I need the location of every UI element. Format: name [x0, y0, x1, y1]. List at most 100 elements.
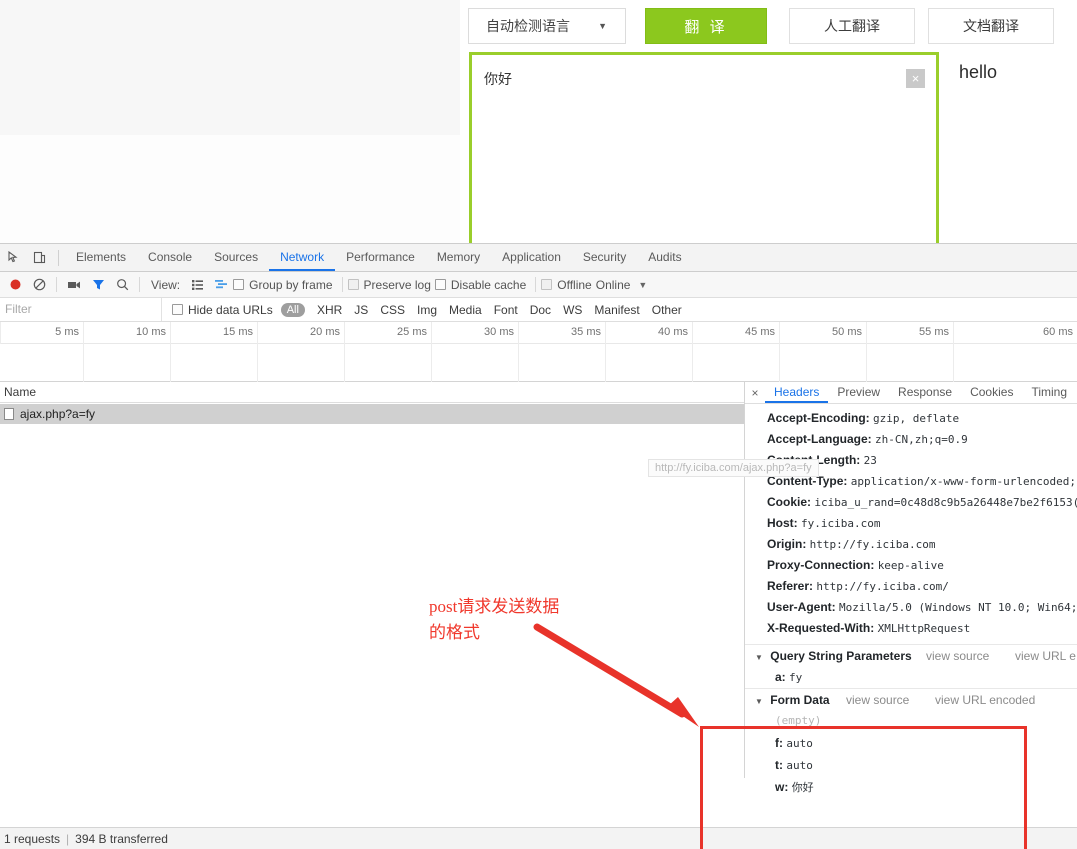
network-filter-row: Filter Hide data URLs All XHR JS CSS Img…	[0, 298, 1077, 322]
clear-icon[interactable]: ×	[906, 69, 925, 88]
view-source-link[interactable]: view source	[926, 645, 989, 667]
header-key: X-Requested-With:	[767, 621, 875, 635]
request-count: 1 requests	[4, 831, 61, 846]
group-by-frame-checkbox[interactable]: Group by frame	[233, 278, 333, 292]
chevron-down-icon: ▼	[598, 21, 607, 31]
request-details-panel: × Headers Preview Response Cookies Timin…	[745, 382, 1077, 794]
view-url-encoded-link[interactable]: view URL encoded	[935, 689, 1035, 711]
query-string-section-header[interactable]: ▼ Query String Parameters view source vi…	[745, 644, 1077, 666]
filter-type-doc[interactable]: Doc	[530, 303, 551, 317]
search-icon[interactable]	[110, 273, 134, 297]
table-header-row: Name	[0, 382, 744, 403]
tab-headers[interactable]: Headers	[765, 382, 829, 403]
source-text-value: 你好	[484, 71, 512, 87]
request-name: ajax.php?a=fy	[20, 407, 96, 421]
filter-input[interactable]: Filter	[0, 298, 162, 321]
toolbar-divider	[58, 249, 59, 266]
devtools-tabstrip: Elements Console Sources Network Perform…	[0, 244, 1077, 272]
header-item: Referer: http://fy.iciba.com/	[745, 576, 1077, 597]
tab-elements[interactable]: Elements	[65, 244, 137, 271]
header-item: Accept-Encoding: gzip, deflate	[745, 408, 1077, 429]
ruler-tick: 50 ms	[832, 326, 862, 338]
offline-checkbox[interactable]: Offline	[541, 278, 592, 292]
toolbar-divider	[139, 277, 140, 292]
toggle-device-toolbar-icon[interactable]	[26, 245, 52, 271]
language-select-label: 自动检测语言	[486, 18, 570, 34]
header-item: Proxy-Connection: keep-alive	[745, 555, 1077, 576]
funnel-icon[interactable]	[86, 273, 110, 297]
toolbar-divider	[535, 277, 537, 292]
column-header-name: Name	[4, 385, 37, 399]
network-toolbar: View: Group by frame Preserve log Disabl…	[0, 272, 1077, 298]
view-source-link[interactable]: view source	[846, 689, 909, 711]
throttling-select[interactable]: Online ▼	[596, 278, 648, 292]
tab-cookies[interactable]: Cookies	[961, 382, 1022, 403]
translation-result-text: hello	[959, 62, 998, 82]
hide-data-urls-checkbox[interactable]: Hide data URLs	[172, 303, 273, 317]
tab-preview[interactable]: Preview	[828, 382, 889, 403]
header-item: X-Requested-With: XMLHttpRequest	[745, 618, 1077, 639]
table-row[interactable]: ajax.php?a=fy	[0, 404, 744, 424]
tab-console[interactable]: Console	[137, 244, 203, 271]
header-value: 23	[863, 454, 877, 467]
ruler-tick: 35 ms	[571, 326, 601, 338]
filter-type-img[interactable]: Img	[417, 303, 437, 317]
triangle-down-icon: ▼	[755, 697, 763, 706]
inspect-element-icon[interactable]	[0, 245, 26, 271]
throttling-value: Online	[595, 277, 631, 292]
param-value: fy	[789, 671, 803, 684]
tab-memory[interactable]: Memory	[426, 244, 491, 271]
filter-type-js[interactable]: JS	[354, 303, 368, 317]
tab-audits[interactable]: Audits	[637, 244, 692, 271]
ruler-tick: 10 ms	[136, 326, 166, 338]
checkbox-box	[172, 304, 183, 315]
list-view-icon[interactable]	[185, 273, 209, 297]
filter-type-media[interactable]: Media	[449, 303, 482, 317]
clear-icon[interactable]	[27, 273, 51, 297]
filter-type-manifest[interactable]: Manifest	[594, 303, 639, 317]
header-key: Referer:	[767, 579, 814, 593]
preserve-log-checkbox[interactable]: Preserve log	[347, 278, 431, 292]
header-item: User-Agent: Mozilla/5.0 (Windows NT 10.0…	[745, 597, 1077, 618]
translate-button[interactable]: 翻 译	[645, 8, 767, 44]
request-headers-list: Accept-Encoding: gzip, deflate Accept-La…	[745, 404, 1077, 639]
document-translate-button[interactable]: 文档翻译	[928, 8, 1054, 44]
form-data-section-header[interactable]: ▼ Form Data view source view URL encoded	[745, 688, 1077, 710]
form-data-title: Form Data	[770, 693, 830, 707]
human-translate-button[interactable]: 人工翻译	[789, 8, 915, 44]
url-tooltip: http://fy.iciba.com/ajax.php?a=fy	[648, 459, 819, 477]
disable-cache-checkbox[interactable]: Disable cache	[434, 278, 526, 292]
view-label: View:	[151, 277, 181, 292]
ruler-tick: 60 ms	[1043, 326, 1073, 338]
filter-type-css[interactable]: CSS	[380, 303, 405, 317]
ruler-tick: 45 ms	[745, 326, 775, 338]
filter-type-all[interactable]: All	[280, 302, 305, 317]
header-key: Accept-Encoding:	[767, 411, 870, 425]
filter-type-xhr[interactable]: XHR	[317, 303, 342, 317]
tab-sources[interactable]: Sources	[203, 244, 269, 271]
language-select[interactable]: 自动检测语言 ▼	[468, 8, 626, 44]
source-text-input[interactable]: 你好 ×	[469, 52, 939, 243]
header-item: Cookie: iciba_u_rand=0c48d8c9b5a26448e7b…	[745, 492, 1077, 513]
param-key: a:	[775, 670, 786, 684]
chevron-down-icon: ▼	[638, 279, 648, 290]
tab-network[interactable]: Network	[269, 244, 336, 271]
filter-type-other[interactable]: Other	[652, 303, 682, 317]
tab-timing[interactable]: Timing	[1022, 382, 1076, 403]
camera-icon[interactable]	[62, 273, 86, 297]
close-icon[interactable]: ×	[745, 386, 765, 400]
tab-security[interactable]: Security	[572, 244, 637, 271]
tab-performance[interactable]: Performance	[335, 244, 426, 271]
filter-type-font[interactable]: Font	[494, 303, 518, 317]
filter-type-ws[interactable]: WS	[563, 303, 582, 317]
ruler-tick: 40 ms	[658, 326, 688, 338]
tab-application[interactable]: Application	[491, 244, 572, 271]
header-key: User-Agent:	[767, 600, 836, 614]
annotation-highlight-box	[700, 726, 1027, 849]
record-icon[interactable]	[3, 273, 27, 297]
transferred-size: 394 B transferred	[75, 831, 168, 846]
waterfall-view-icon[interactable]	[209, 273, 233, 297]
request-table-area: Name ajax.php?a=fy × Headers Preview Res…	[0, 382, 1077, 794]
view-url-encoded-link[interactable]: view URL e	[1015, 645, 1076, 667]
tab-response[interactable]: Response	[889, 382, 961, 403]
